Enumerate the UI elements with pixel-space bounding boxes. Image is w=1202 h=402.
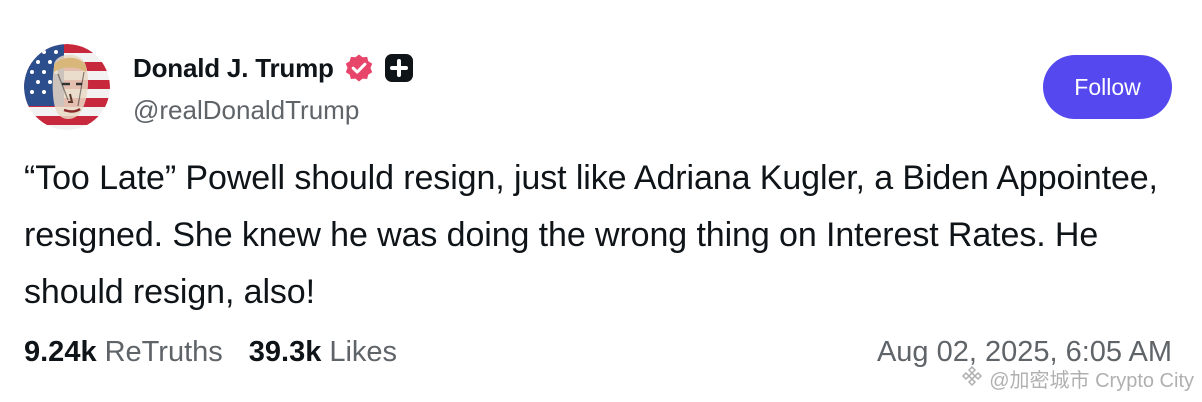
post-stats: 9.24k ReTruths 39.3k Likes xyxy=(24,336,423,369)
verified-badge-icon xyxy=(344,53,374,83)
retruths-label: ReTruths xyxy=(104,336,223,368)
author-name-row: Donald J. Trump xyxy=(133,50,414,86)
author-handle[interactable]: @realDonaldTrump xyxy=(133,95,359,126)
watermark-text: @加密城市 Crypto City xyxy=(989,370,1194,392)
watermark: @加密城市 Crypto City xyxy=(961,364,1194,393)
retruths-stat[interactable]: 9.24k ReTruths xyxy=(24,336,223,369)
likes-stat[interactable]: 39.3k Likes xyxy=(249,336,397,369)
follow-button[interactable]: Follow xyxy=(1043,55,1172,119)
truth-post: Donald J. Trump @realDonaldTrump Follow … xyxy=(0,0,1202,402)
post-text: “Too Late” Powell should resign, just li… xyxy=(24,159,1158,311)
avatar-image xyxy=(24,44,110,130)
likes-label: Likes xyxy=(329,336,398,368)
retruths-count: 9.24k xyxy=(24,336,97,368)
watermark-logo-icon xyxy=(961,365,983,393)
author-display-name[interactable]: Donald J. Trump xyxy=(133,53,334,84)
likes-count: 39.3k xyxy=(248,336,322,368)
plus-badge-icon xyxy=(384,53,414,83)
avatar[interactable] xyxy=(24,44,110,130)
